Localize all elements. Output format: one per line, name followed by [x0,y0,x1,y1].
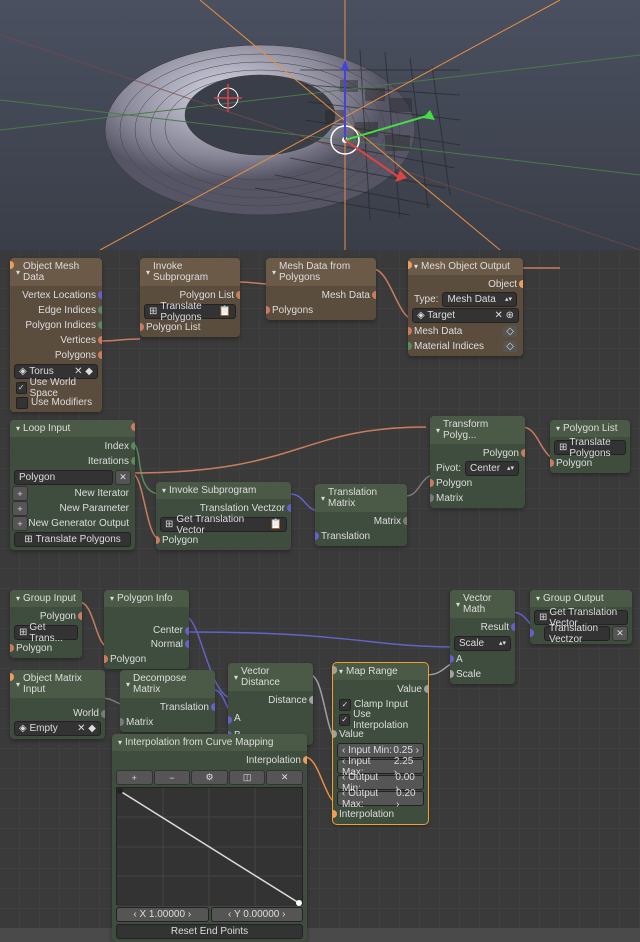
checkbox-clamp[interactable] [339,699,351,711]
node-title: Map Range [346,666,398,677]
node-trans-matrix[interactable]: ▾Translation Matrix Matrix Translation [315,484,407,546]
collapse-icon[interactable]: ▾ [16,268,20,277]
curve-x[interactable]: ‹ X 1.00000 › [116,907,209,922]
node-transform-poly[interactable]: ▾Transform Polyg... Polygon Pivot:Center… [430,416,525,508]
expand-icon[interactable]: ◇ [503,341,517,352]
subprogram-btn[interactable]: ⊞Translate Polygons [14,532,131,547]
node-loop-input[interactable]: ▾Loop Input Index Iterations Polygon✕ +N… [10,420,135,550]
tools-icon[interactable]: ⚙ [191,770,228,785]
node-poly-list[interactable]: ▾Polygon List ⊞Translate Polygons Polygo… [550,420,630,473]
nodes-icon: ⊞ [149,306,157,317]
node-map-range[interactable]: ▾Map Range Value Clamp Input Use Interpo… [333,663,428,824]
node-title: Loop Input [23,423,70,434]
node-vec-dist[interactable]: ▾Vector Distance Distance A B [228,663,313,745]
node-title: Polygon List [563,423,617,434]
node-mesh-polys[interactable]: ▾Mesh Data from Polygons Mesh Data Polyg… [266,258,376,320]
expand-icon[interactable]: ◇ [503,326,517,337]
subprogram-btn[interactable]: ⊞Translate Polygons [554,440,626,455]
type-select[interactable]: Mesh Data▴▾ [442,292,517,307]
zoom-out-icon[interactable]: − [154,770,191,785]
subprogram-btn[interactable]: ⊞Get Translation Vector📋 [160,517,287,532]
node-obj-matrix[interactable]: ▾Object Matrix Input World ◈ Empty✕ ◆ [10,670,105,739]
node-title: Invoke Subprogram [169,485,256,496]
node-title: Vector Math [463,593,509,615]
checkbox-interp[interactable] [339,714,350,726]
node-title: Vector Distance [241,666,307,688]
clip-icon[interactable]: ◫ [229,770,266,785]
pivot-select[interactable]: Center▴▾ [465,461,519,476]
node-vec-math[interactable]: ▾Vector Math Result Scale▴▾ A Scale [450,590,515,684]
reset-button[interactable]: Reset End Points [116,924,303,939]
node-title: Mesh Object Output [421,261,510,272]
output-max[interactable]: ‹ Output Max:0.20 › [337,791,424,806]
node-invoke-1[interactable]: ▾Invoke Subprogram Polygon List ⊞Transla… [140,258,240,337]
close-icon[interactable]: ✕ [115,470,131,485]
curve-widget[interactable] [116,787,303,905]
subprogram-btn[interactable]: ⊞Get Trans... [14,625,78,640]
add-icon[interactable]: + [12,516,28,531]
node-title: Object Mesh Data [23,261,96,283]
node-editor[interactable]: ▾Object Mesh Data Vertex Locations Edge … [0,250,640,928]
zoom-in-icon[interactable]: + [116,770,153,785]
file-icon: 📋 [219,306,231,317]
nodes-icon: ⊞ [165,519,173,530]
delete-icon[interactable]: ✕ [266,770,303,785]
node-title: Group Input [23,593,76,604]
node-poly-info[interactable]: ▾Polygon Info Center Normal Polygon [104,590,189,669]
add-icon[interactable]: + [12,501,28,516]
file-icon: 📋 [270,519,282,530]
checkbox-mods[interactable] [16,397,28,409]
viewport-overlay [0,0,640,250]
checkbox-world[interactable] [16,382,27,394]
node-object-mesh-data[interactable]: ▾Object Mesh Data Vertex Locations Edge … [10,258,102,412]
node-title: Object Matrix Input [23,673,99,695]
node-group-output[interactable]: ▾Group Output ⊞Get Translation Vector Tr… [530,590,632,644]
node-title: Mesh Data from Polygons [279,261,370,283]
node-title: Decompose Matrix [133,673,209,695]
subprogram-btn[interactable]: ⊞Translate Polygons📋 [144,304,236,319]
close-icon[interactable]: ✕ [612,626,628,641]
node-decompose[interactable]: ▾Decompose Matrix Translation Matrix [120,670,215,732]
curve-y[interactable]: ‹ Y 0.00000 › [211,907,304,922]
param-field[interactable]: Polygon [14,470,113,485]
node-invoke-2[interactable]: ▾Invoke Subprogram Translation Vectzor ⊞… [156,482,291,550]
node-curve[interactable]: ▾Interpolation from Curve Mapping Interp… [112,734,307,942]
nodes-icon: ⊞ [24,534,32,545]
target-field[interactable]: ◈ Target✕ ⊕ [412,308,519,323]
node-title: Interpolation from Curve Mapping [125,737,273,748]
node-title: Group Output [543,593,604,604]
node-group-input[interactable]: ▾Group Input Polygon ⊞Get Trans... Polyg… [10,590,82,658]
viewport-3d[interactable] [0,0,640,250]
node-title: Translation Matrix [328,487,401,509]
add-icon[interactable]: + [12,486,28,501]
node-title: Transform Polyg... [443,419,519,441]
object-field[interactable]: ◈ Empty✕ ◆ [14,721,101,736]
op-select[interactable]: Scale▴▾ [454,636,511,651]
node-mesh-out[interactable]: ▾Mesh Object Output Object Type:Mesh Dat… [408,258,523,356]
node-title: Invoke Subprogram [153,261,234,283]
node-title: Polygon Info [117,593,173,604]
